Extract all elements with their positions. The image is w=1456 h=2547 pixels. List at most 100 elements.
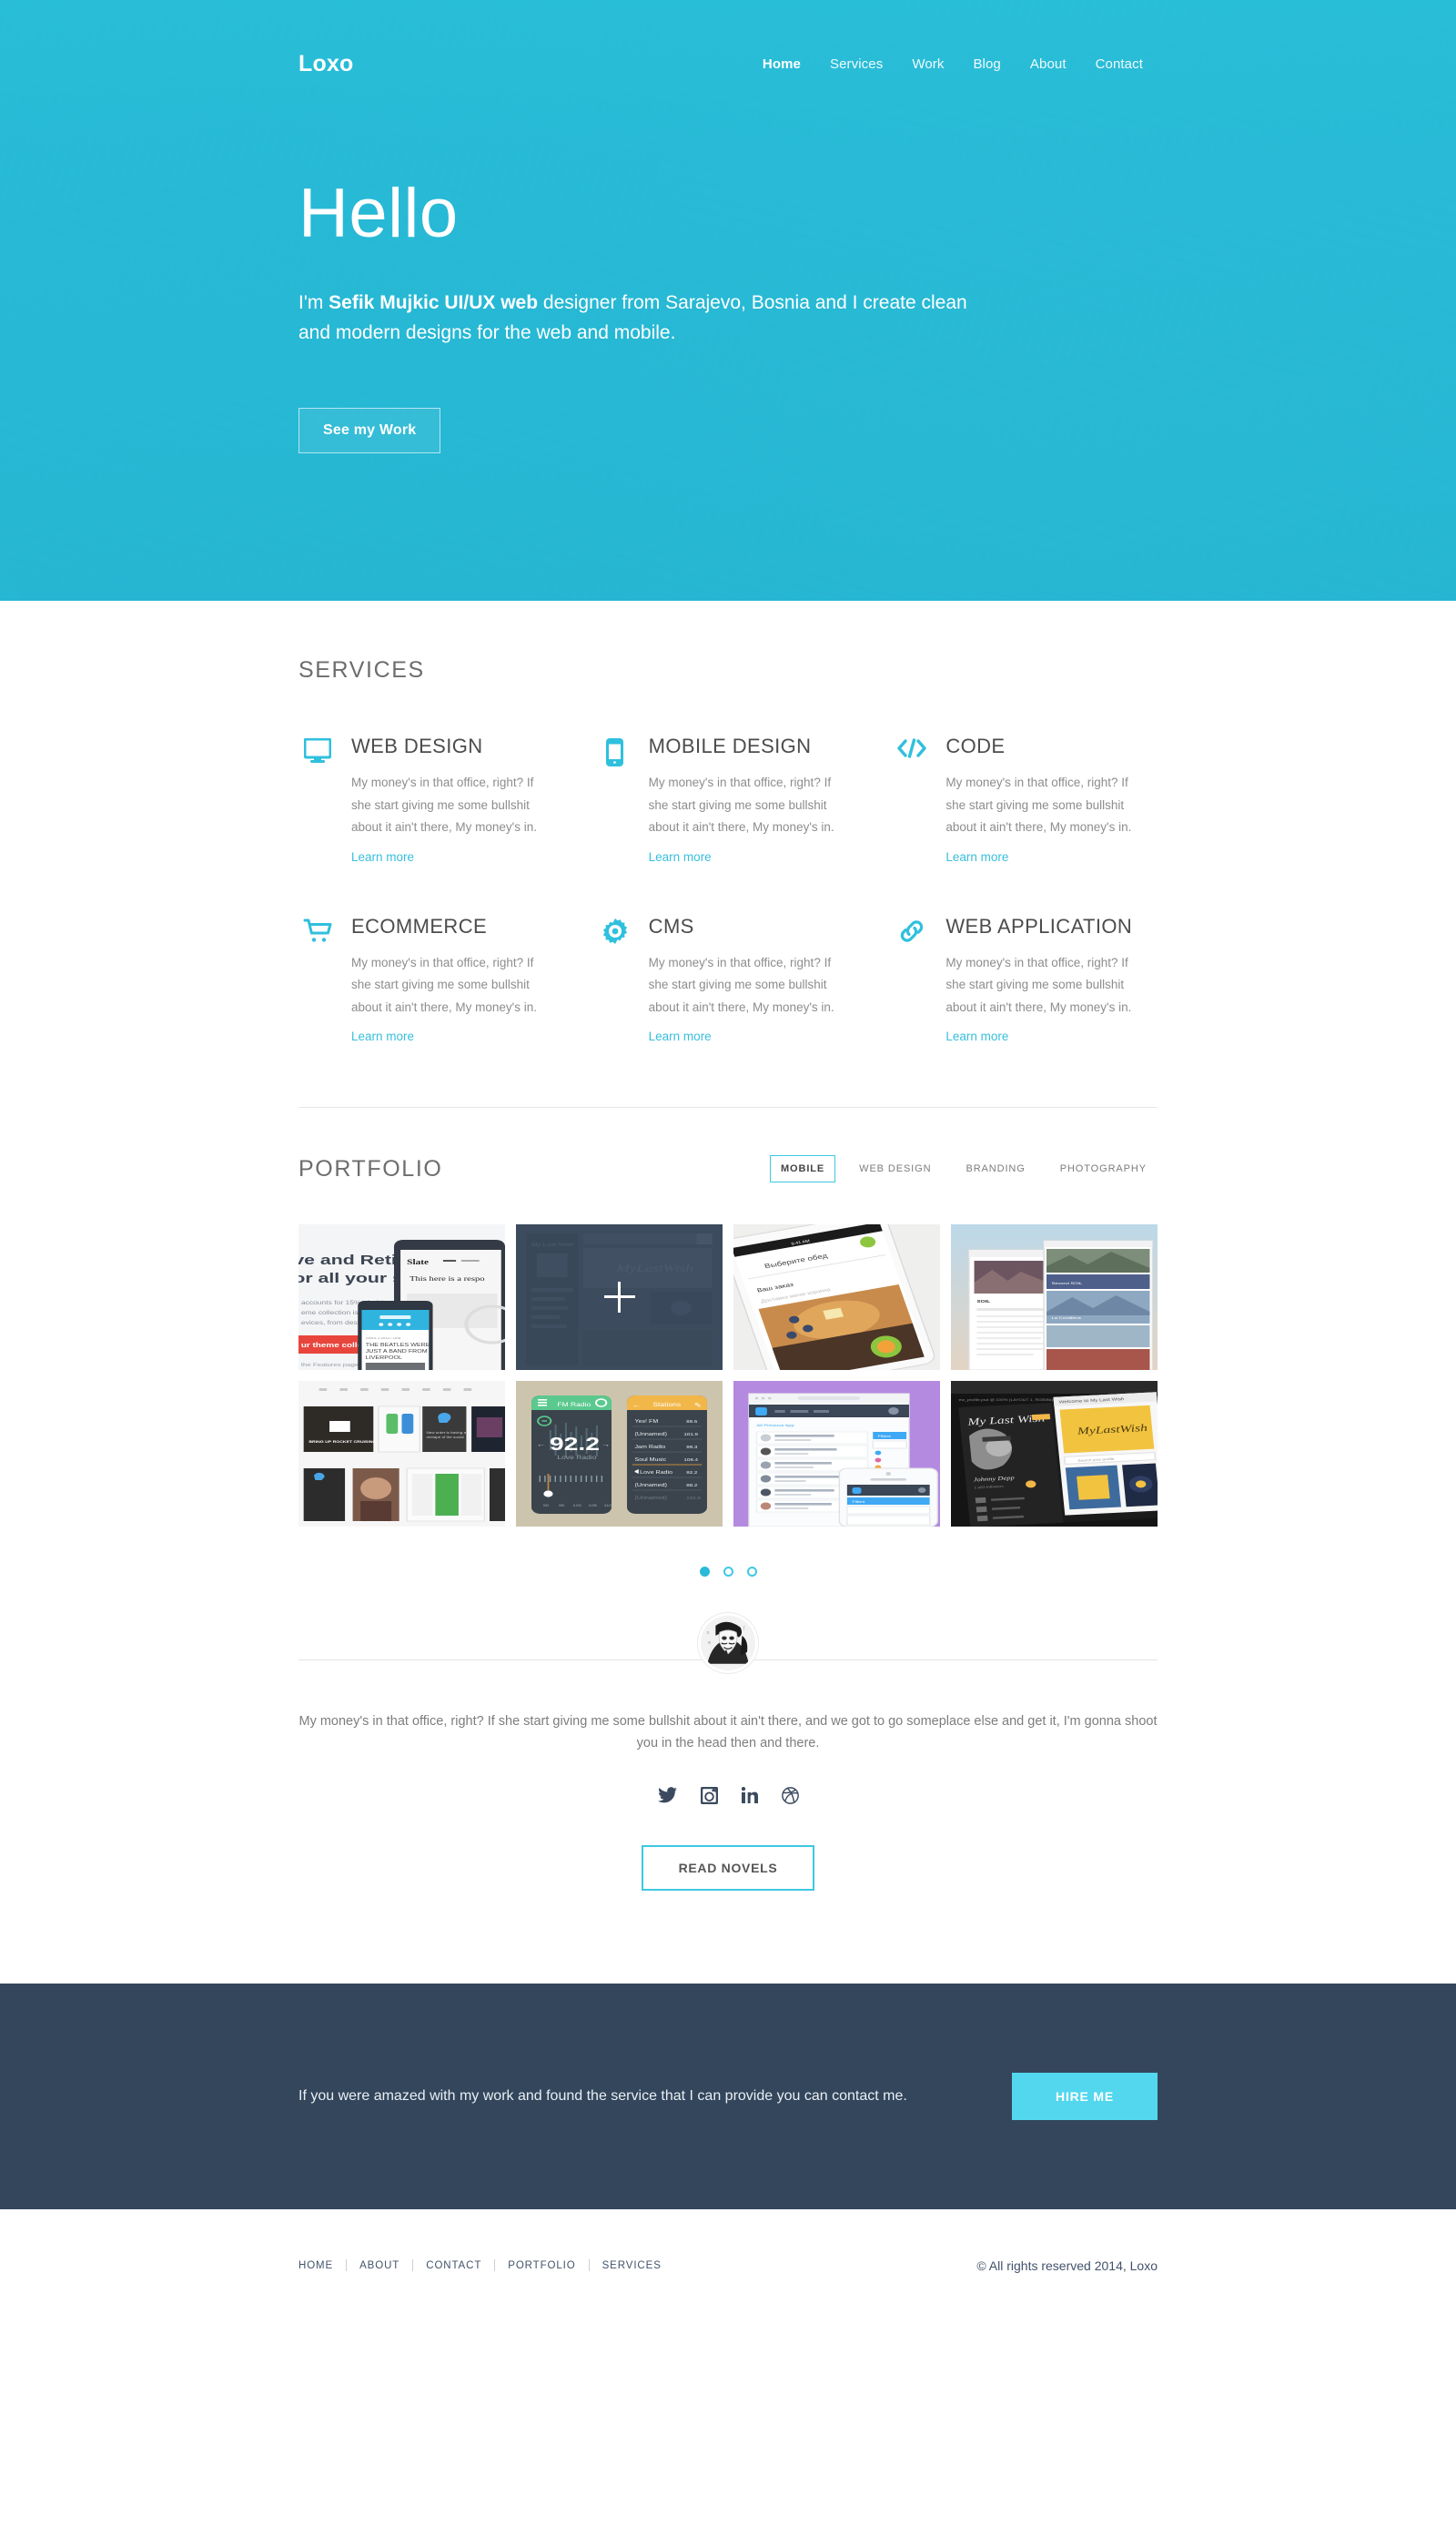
portfolio-hover-overlay[interactable] [516, 1224, 723, 1371]
portfolio-item[interactable]: ve and Retina-ready or all your screens.… [298, 1224, 505, 1371]
learn-more-link[interactable]: Learn more [649, 850, 712, 864]
learn-more-link[interactable]: Learn more [945, 850, 1008, 864]
carousel-dots [298, 1567, 1158, 1578]
portfolio-title: PORTFOLIO [298, 1155, 443, 1182]
svg-text:THE BEATLES WERE: THE BEATLES WERE [366, 1343, 430, 1348]
service-title: CODE [945, 735, 1006, 757]
footer: HOME ABOUT CONTACT PORTFOLIO SERVICES © … [0, 2208, 1456, 2337]
svg-text:Yes! FM: Yes! FM [635, 1419, 659, 1425]
portfolio-grid: ve and Retina-ready or all your screens.… [298, 1224, 1158, 1527]
portfolio-item[interactable]: All Previous App Filters Filters [733, 1381, 940, 1527]
social-links [298, 1786, 1158, 1809]
nav-item-contact[interactable]: Contact [1081, 56, 1158, 72]
hero-heading: Hello [298, 175, 459, 252]
svg-text:Jam Radio: Jam Radio [635, 1445, 667, 1450]
portfolio-item[interactable]: 9:41 AM Выберите обед Ваш заказ Доставка… [733, 1224, 940, 1371]
twitter-icon[interactable] [657, 1786, 677, 1809]
footer-link-contact[interactable]: CONTACT [413, 2260, 494, 2271]
service-card-web-design: WEB DESIGN My money's in that office, ri… [298, 736, 563, 866]
nav-item-home[interactable]: Home [748, 56, 815, 72]
see-my-work-button[interactable]: See my Work [298, 408, 441, 454]
nav-item-blog[interactable]: Blog [958, 56, 1015, 72]
svg-text:Filters: Filters [878, 1435, 892, 1438]
portfolio-filters: MOBILE WEB DESIGN BRANDING PHOTOGRAPHY [769, 1155, 1158, 1183]
landing-page: Loxo Home Services Work Blog About Conta… [0, 0, 1456, 2337]
top-navigation-bar: Loxo Home Services Work Blog About Conta… [0, 0, 1456, 77]
nav-item-work[interactable]: Work [897, 56, 958, 72]
service-card-ecommerce: ECOMMERCE My money's in that office, rig… [298, 916, 563, 1046]
portfolio-section: PORTFOLIO MOBILE WEB DESIGN BRANDING PHO… [0, 1108, 1456, 1578]
hero-section: Loxo Home Services Work Blog About Conta… [0, 0, 1456, 601]
footer-link-services[interactable]: SERVICES [590, 2260, 674, 2271]
service-description: My money's in that office, right? If she… [351, 776, 538, 835]
testimonial-quote: My money's in that office, right? If she… [298, 1714, 1158, 1750]
service-title: CMS [648, 914, 694, 938]
svg-text:Filters: Filters [853, 1500, 866, 1504]
svg-text:LIVERPOOL: LIVERPOOL [366, 1355, 403, 1361]
learn-more-link[interactable]: Learn more [351, 850, 414, 864]
service-description: My money's in that office, right? If she… [648, 776, 834, 835]
portfolio-item[interactable]: BRING UP ROCKET CRUISING New order is ha… [298, 1381, 505, 1527]
hero-subtitle: I'm Sefik Mujkic UI/UX web designer from… [298, 289, 990, 348]
instagram-icon[interactable] [700, 1786, 718, 1809]
footer-link-home[interactable]: HOME [298, 2260, 346, 2271]
svg-text:101.9: 101.9 [683, 1433, 698, 1437]
plus-icon [603, 1282, 635, 1314]
linkedin-icon[interactable] [741, 1786, 758, 1809]
filter-mobile[interactable]: MOBILE [769, 1155, 836, 1183]
cart-icon [298, 917, 337, 953]
svg-text:the Features page: the Features page [301, 1363, 359, 1368]
portfolio-item[interactable]: ew_profile.psd @ 100% (LAYOUT 1, RGB/8#)… [951, 1381, 1158, 1527]
svg-text:Second SOIL: Second SOIL [1052, 1282, 1083, 1286]
cta-section: If you were amazed with my work and foun… [0, 1983, 1456, 2209]
portfolio-item[interactable]: My Last Wish MyLastWish [516, 1224, 723, 1371]
carousel-dot-2[interactable] [723, 1567, 733, 1578]
learn-more-link[interactable]: Learn more [945, 1030, 1008, 1043]
svg-text:110: 110 [603, 1504, 612, 1508]
svg-text:Love Radio: Love Radio [557, 1455, 596, 1461]
service-title: MOBILE DESIGN [648, 735, 812, 757]
svg-text:All Previous App: All Previous App [757, 1424, 794, 1428]
service-title: WEB APPLICATION [945, 914, 1133, 938]
gear-icon [596, 917, 634, 953]
svg-text:←: ← [632, 1402, 642, 1409]
learn-more-link[interactable]: Learn more [351, 1030, 414, 1043]
filter-photography[interactable]: PHOTOGRAPHY [1049, 1155, 1158, 1182]
svg-text:ew_profile.psd @ 100% (LAYOUT: ew_profile.psd @ 100% (LAYOUT 1, RGB/8#) [959, 1398, 1054, 1402]
portfolio-item[interactable]: SOIL Second SOIL La Cordillera [951, 1224, 1158, 1371]
portfolio-item[interactable]: FM Radio 92.2 Love Radio ← → 90 95 100 1… [516, 1381, 723, 1527]
svg-text:FM Radio: FM Radio [557, 1402, 591, 1408]
hire-me-button[interactable]: HIRE ME [1012, 2072, 1158, 2120]
nav-item-services[interactable]: Services [815, 56, 897, 72]
svg-text:Stations: Stations [652, 1402, 681, 1408]
svg-text:SOIL: SOIL [976, 1300, 991, 1304]
service-description: My money's in that office, right? If she… [945, 955, 1132, 1014]
svg-text:BRING UP ROCKET CRUISING: BRING UP ROCKET CRUISING [308, 1440, 377, 1444]
testimonial-section: 3ठʃ My money's in that office, right? If… [0, 1613, 1456, 1944]
nav-item-about[interactable]: About [1016, 56, 1081, 72]
thumbnail-image: 9:41 AM Выберите обед Ваш заказ Доставка… [733, 1224, 940, 1371]
avatar: 3ठʃ [698, 1613, 758, 1674]
carousel-dot-3[interactable] [746, 1567, 757, 1578]
footer-link-about[interactable]: ABOUT [347, 2260, 412, 2271]
services-title: SERVICES [298, 657, 425, 683]
svg-text:Slate: Slate [407, 1259, 430, 1267]
services-grid: WEB DESIGN My money's in that office, ri… [298, 736, 1158, 1045]
service-description: My money's in that office, right? If she… [648, 955, 834, 1014]
svg-text:JUST A BAND FROM: JUST A BAND FROM [366, 1349, 428, 1355]
carousel-dot-1[interactable] [699, 1567, 710, 1578]
dribbble-icon[interactable] [781, 1786, 799, 1809]
read-novels-button[interactable]: READ NOVELS [642, 1844, 814, 1891]
svg-text:APRIL 4 2014 / LIFE: APRIL 4 2014 / LIFE [366, 1337, 401, 1340]
svg-text:102.9: 102.9 [686, 1497, 701, 1501]
copyright-text: © All rights reserved 2014, Loxo [976, 2258, 1158, 2273]
site-logo[interactable]: Loxo [298, 51, 354, 77]
learn-more-link[interactable]: Learn more [649, 1030, 712, 1043]
svg-text:(Unnamed): (Unnamed) [635, 1483, 667, 1488]
svg-text:92.2: 92.2 [550, 1435, 600, 1455]
filter-branding[interactable]: BRANDING [955, 1155, 1036, 1182]
svg-text:Soul Music: Soul Music [635, 1457, 667, 1463]
filter-web-design[interactable]: WEB DESIGN [848, 1155, 942, 1182]
footer-link-portfolio[interactable]: PORTFOLIO [495, 2260, 588, 2271]
services-section: SERVICES WEB DESIGN My money's in that o… [0, 601, 1456, 1109]
